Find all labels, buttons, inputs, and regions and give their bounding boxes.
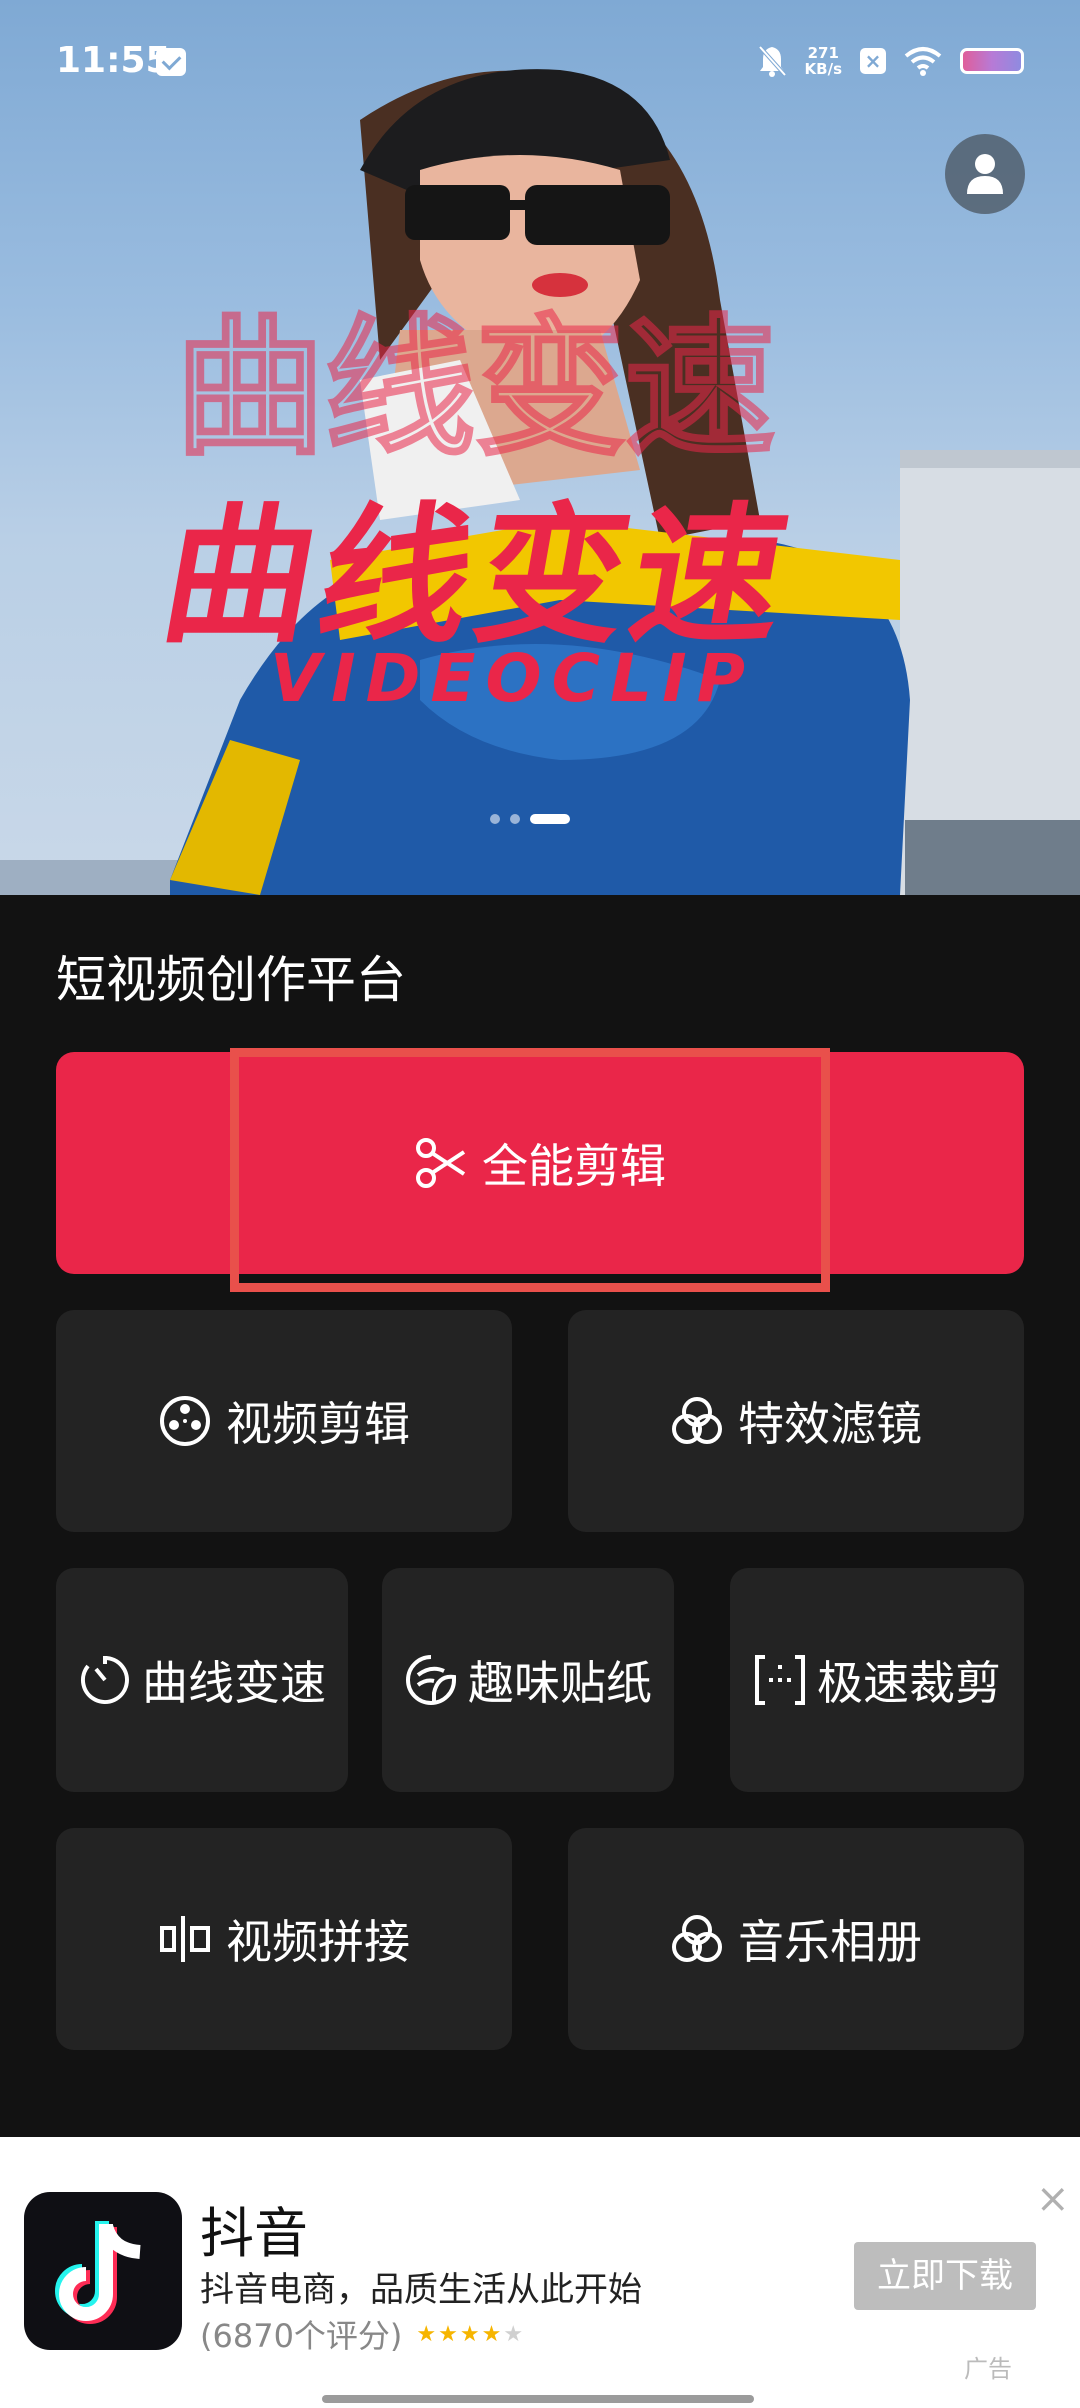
- carousel-dot[interactable]: [510, 814, 520, 824]
- quick-crop-label: 极速裁剪: [817, 1656, 1001, 1710]
- quick-crop-button[interactable]: 极速裁剪: [730, 1568, 1024, 1792]
- carousel-dot-active[interactable]: [530, 814, 570, 824]
- wifi-icon: [904, 47, 942, 76]
- close-icon[interactable]: ×: [1036, 2179, 1070, 2219]
- effects-filter-button[interactable]: 特效滤镜: [568, 1310, 1024, 1532]
- banner-title-ghost: 曲线变速: [175, 302, 775, 476]
- network-speed-value: 271: [807, 44, 839, 62]
- download-now-button[interactable]: 立即下载: [854, 2242, 1036, 2310]
- ad-description: 抖音电商，品质生活从此开始: [200, 2270, 642, 2310]
- profile-button[interactable]: [945, 134, 1025, 214]
- user-icon: [967, 154, 1003, 194]
- film-reel-icon: [158, 1394, 212, 1448]
- sticker-icon: [404, 1653, 458, 1707]
- sim-x-icon: ×: [860, 48, 886, 74]
- effects-filter-label: 特效滤镜: [738, 1397, 922, 1451]
- video-splice-button[interactable]: 视频拼接: [56, 1828, 512, 2050]
- home-indicator[interactable]: [322, 2395, 754, 2403]
- banner-artwork: 曲线变速: [0, 69, 1080, 895]
- scissors-icon: [414, 1136, 468, 1190]
- splice-icon: [158, 1912, 212, 1966]
- carousel-dot[interactable]: [490, 814, 500, 824]
- timer-icon: [78, 1653, 132, 1707]
- album-circles-icon: [670, 1912, 724, 1966]
- douyin-app-logo: [24, 2192, 182, 2350]
- network-speed-unit: KB/s: [804, 60, 842, 78]
- fun-stickers-label: 趣味贴纸: [468, 1656, 652, 1710]
- ad-banner[interactable]: 抖音 抖音电商，品质生活从此开始 (6870个评分) ★★★★★ 立即下载 × …: [0, 2137, 1080, 2408]
- ad-rating-count: (6870个评分): [200, 2317, 403, 2355]
- carousel-indicator: [490, 814, 570, 824]
- video-edit-label: 视频剪辑: [226, 1397, 410, 1451]
- filter-circles-icon: [670, 1394, 724, 1448]
- all-in-one-edit-button[interactable]: 全能剪辑: [56, 1052, 1024, 1274]
- crop-frame-icon: [753, 1653, 807, 1707]
- all-in-one-edit-label: 全能剪辑: [482, 1139, 666, 1193]
- star-rating-icon: ★★★★★: [416, 2321, 526, 2347]
- battery-icon: [960, 48, 1024, 74]
- status-time: 11:55: [56, 40, 171, 81]
- music-album-label: 音乐相册: [738, 1915, 922, 1969]
- video-edit-button[interactable]: 视频剪辑: [56, 1310, 512, 1532]
- notification-mail-icon: [156, 48, 186, 76]
- bell-muted-icon: [758, 45, 787, 77]
- network-speed: 271 KB/s: [805, 45, 842, 77]
- ad-label: 广告: [964, 2355, 1012, 2383]
- fun-stickers-button[interactable]: 趣味贴纸: [382, 1568, 674, 1792]
- curve-speed-button[interactable]: 曲线变速: [56, 1568, 348, 1792]
- curve-speed-label: 曲线变速: [142, 1656, 326, 1710]
- ad-app-name: 抖音: [200, 2202, 308, 2265]
- section-title: 短视频创作平台: [56, 951, 406, 1009]
- ad-rating: (6870个评分) ★★★★★: [200, 2311, 525, 2357]
- video-splice-label: 视频拼接: [226, 1915, 410, 1969]
- banner-subtitle: VIDEOCLIP: [270, 640, 756, 717]
- music-album-button[interactable]: 音乐相册: [568, 1828, 1024, 2050]
- hero-banner[interactable]: 曲线变速 曲线变速 VIDEOCLIP 11:55 271 KB/s ×: [0, 0, 1080, 895]
- status-bar: 11:55 271 KB/s ×: [0, 0, 1080, 120]
